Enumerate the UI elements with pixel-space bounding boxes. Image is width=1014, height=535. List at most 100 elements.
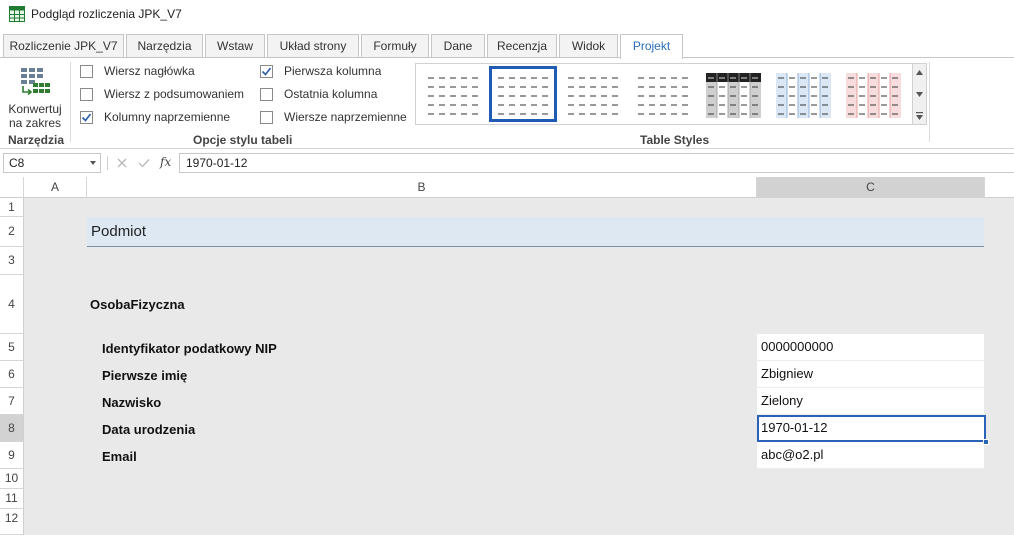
gallery-more-icon[interactable]: [916, 112, 923, 120]
field-value-email[interactable]: abc@o2.pl: [757, 442, 984, 469]
option-label: Wiersz nagłówka: [104, 64, 195, 78]
row-header[interactable]: 8: [0, 415, 24, 442]
row-header[interactable]: 10: [0, 469, 24, 489]
formula-bar-divider: [107, 156, 108, 170]
table-style-dark-gray[interactable]: [702, 69, 764, 119]
spreadsheet-grid[interactable]: A B C 1 2 3 4 5 6 7 8 9 10 11 12 Podmiot…: [0, 177, 1014, 535]
table-style-preview-icon: [428, 77, 478, 115]
column-header-a[interactable]: A: [24, 177, 87, 198]
field-value-birth-date[interactable]: 1970-01-12: [757, 415, 986, 442]
row-header[interactable]: 9: [0, 442, 24, 469]
tab-wstaw[interactable]: Wstaw: [205, 34, 265, 58]
name-box[interactable]: C8: [3, 153, 101, 173]
formula-value: 1970-01-12: [186, 156, 248, 170]
table-style-preview-icon: [638, 77, 688, 115]
row-header[interactable]: 5: [0, 334, 24, 361]
convert-to-range-button[interactable]: Konwertuj na zakres: [4, 62, 66, 130]
cancel-icon[interactable]: [117, 158, 127, 168]
convert-label-line2: na zakres: [8, 116, 62, 130]
table-style-preview-icon: [498, 77, 548, 115]
title-bar: Podgląd rozliczenia JPK_V7: [0, 0, 1014, 30]
table-style-preview-icon: [776, 73, 831, 118]
tab-dane[interactable]: Dane: [431, 34, 485, 58]
column-header-d[interactable]: [985, 177, 1014, 198]
check-icon[interactable]: [138, 158, 150, 168]
table-style-none[interactable]: [422, 69, 484, 119]
checkbox[interactable]: [260, 110, 273, 124]
table-style-preview-icon: [706, 73, 761, 118]
table-style-light-3[interactable]: [632, 69, 694, 119]
field-value-first-name[interactable]: Zbigniew: [757, 361, 984, 388]
field-label-email: Email: [102, 449, 137, 464]
option-header-row[interactable]: Wiersz nagłówka: [80, 62, 195, 80]
option-label: Wiersze naprzemienne: [284, 110, 407, 124]
checkbox[interactable]: [260, 87, 273, 101]
tab-uklad-strony[interactable]: Układ strony: [267, 34, 359, 58]
convert-label-line1: Konwertuj: [8, 102, 62, 116]
column-header-c[interactable]: C: [757, 177, 985, 198]
ribbon-separator: [70, 62, 71, 142]
table-style-light-2[interactable]: [562, 69, 624, 119]
checkbox[interactable]: [80, 87, 93, 101]
ribbon-separator: [929, 62, 930, 142]
chevron-down-icon[interactable]: [916, 92, 923, 97]
option-label: Wiersz z podsumowaniem: [104, 87, 245, 101]
ribbon: Konwertuj na zakres Wiersz nagłówka Wier…: [0, 57, 1014, 149]
column-headers: A B C: [0, 177, 1014, 198]
row-header[interactable]: 11: [0, 489, 24, 509]
group-label-table-styles: Table Styles: [640, 133, 710, 147]
option-last-column[interactable]: Ostatnia kolumna: [260, 85, 377, 103]
table-style-preview-icon: [846, 73, 901, 118]
tab-recenzja[interactable]: Recenzja: [487, 34, 557, 58]
table-style-light-red[interactable]: [842, 69, 904, 119]
option-banded-columns[interactable]: Kolumny naprzemienne: [80, 108, 230, 126]
formula-bar: C8 fx 1970-01-12: [0, 150, 1014, 176]
row-header[interactable]: 2: [0, 217, 24, 247]
option-label: Kolumny naprzemienne: [104, 110, 231, 124]
tab-formuly[interactable]: Formuły: [361, 34, 429, 58]
checkbox[interactable]: [260, 64, 273, 78]
option-first-column[interactable]: Pierwsza kolumna: [260, 62, 381, 80]
table-style-light-selected[interactable]: [489, 66, 557, 122]
tab-narzedzia[interactable]: Narzędzia: [126, 34, 203, 58]
select-all-corner[interactable]: [0, 177, 24, 198]
group-label-tools: Narzędzia: [8, 133, 65, 147]
ribbon-tabs: Rozliczenie JPK_V7 Narzędzia Wstaw Układ…: [0, 34, 1014, 59]
row-header[interactable]: 7: [0, 388, 24, 415]
field-label-birth-date: Data urodzenia: [102, 422, 196, 437]
row-header[interactable]: 6: [0, 361, 24, 388]
column-header-b[interactable]: B: [87, 177, 757, 198]
formula-input[interactable]: 1970-01-12: [179, 153, 1014, 173]
table-style-preview-icon: [568, 77, 618, 115]
table-styles-gallery: [415, 63, 913, 125]
option-label: Pierwsza kolumna: [284, 64, 382, 78]
field-label-first-name: Pierwsze imię: [102, 368, 188, 383]
option-banded-rows[interactable]: Wiersze naprzemienne: [260, 108, 407, 126]
section-band: Podmiot: [87, 217, 984, 247]
field-label-nip: Identyfikator podatkowy NIP: [102, 341, 277, 356]
gallery-scrollbar[interactable]: [913, 63, 927, 125]
table-style-light-blue[interactable]: [772, 69, 834, 119]
field-label-surname: Nazwisko: [102, 395, 162, 410]
cell-reference: C8: [9, 156, 25, 170]
row-header[interactable]: 1: [0, 198, 24, 217]
checkbox[interactable]: [80, 64, 93, 78]
checkbox[interactable]: [80, 110, 93, 124]
chevron-up-icon[interactable]: [916, 70, 923, 75]
row-header[interactable]: 4: [0, 275, 24, 334]
tab-widok[interactable]: Widok: [559, 34, 618, 58]
row-header[interactable]: 3: [0, 247, 24, 275]
field-value-nip[interactable]: 0000000000: [757, 334, 984, 361]
tab-rozliczenie[interactable]: Rozliczenie JPK_V7: [3, 34, 124, 58]
convert-range-icon: [21, 68, 50, 96]
option-label: Ostatnia kolumna: [284, 87, 378, 101]
section-title: Podmiot: [91, 223, 147, 240]
subsection-title: OsobaFizyczna: [90, 297, 185, 312]
group-label-style-options: Opcje stylu tabeli: [193, 133, 293, 147]
row-header[interactable]: 12: [0, 509, 24, 535]
option-total-row[interactable]: Wiersz z podsumowaniem: [80, 85, 244, 103]
tab-projekt[interactable]: Projekt: [620, 34, 683, 59]
fx-icon[interactable]: fx: [160, 155, 171, 169]
field-value-surname[interactable]: Zielony: [757, 388, 984, 415]
chevron-down-icon[interactable]: [90, 161, 96, 165]
